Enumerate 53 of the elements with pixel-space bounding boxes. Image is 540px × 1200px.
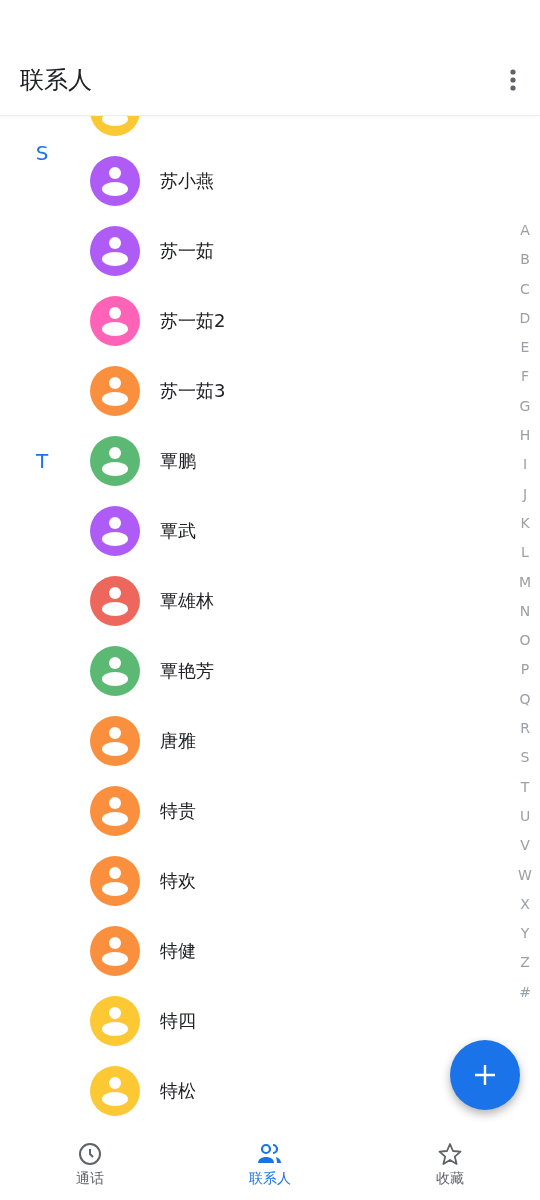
index-letter[interactable]: K <box>520 508 530 539</box>
contact-name[interactable]: 特松 <box>160 1079 196 1103</box>
page-title: 联系人 <box>20 65 92 96</box>
more-icon <box>510 69 516 91</box>
contact-name[interactable]: 特健 <box>160 939 196 963</box>
star-icon <box>438 1142 462 1166</box>
index-letter[interactable]: M <box>518 567 532 597</box>
index-letter[interactable]: R <box>520 714 530 744</box>
section-letter: T <box>34 449 50 473</box>
index-letter[interactable]: N <box>519 596 531 627</box>
contact-name[interactable]: 苏一茹2 <box>160 309 226 333</box>
index-letter[interactable]: A <box>520 216 530 246</box>
contact-name[interactable]: 苏小燕 <box>160 169 214 193</box>
index-letter[interactable]: Z <box>520 948 530 978</box>
section-letter: S <box>34 141 50 165</box>
contact-name[interactable]: 覃艳芳 <box>160 659 214 683</box>
contact-name[interactable]: 唐雅 <box>160 729 196 753</box>
contact-name[interactable]: 覃雄林 <box>160 589 214 613</box>
index-letter[interactable]: D <box>519 303 531 334</box>
index-letter[interactable]: Y <box>520 919 530 949</box>
contact-name[interactable]: 特贵 <box>160 799 196 823</box>
contact-name[interactable]: 特四 <box>160 1009 196 1033</box>
add-contact-button[interactable] <box>450 1040 520 1110</box>
index-letter[interactable]: C <box>520 274 530 304</box>
people-icon <box>257 1142 283 1166</box>
index-letter[interactable]: V <box>520 831 530 861</box>
index-letter[interactable]: F <box>520 362 530 392</box>
contact-name[interactable]: 覃武 <box>160 519 196 543</box>
index-letter[interactable]: T <box>520 772 530 802</box>
index-letter[interactable]: L <box>521 538 529 568</box>
index-letter[interactable]: S <box>520 743 530 773</box>
contact-name[interactable]: 覃鹏 <box>160 449 196 473</box>
nav-tab[interactable]: 收藏 <box>360 1130 540 1200</box>
index-letter[interactable]: E <box>520 333 530 363</box>
index-letter[interactable]: G <box>519 391 531 422</box>
index-letter[interactable]: U <box>519 801 531 832</box>
index-letter[interactable]: X <box>520 889 530 920</box>
contact-name[interactable]: 苏一茹3 <box>160 379 226 403</box>
index-letter[interactable]: I <box>522 450 528 480</box>
nav-tab[interactable]: 联系人 <box>180 1130 360 1200</box>
index-letter[interactable]: Q <box>519 684 531 715</box>
contact-name[interactable]: 特欢 <box>160 869 196 893</box>
clock-icon <box>78 1142 102 1166</box>
index-letter[interactable]: J <box>522 479 528 509</box>
nav-tab[interactable]: 通话 <box>0 1130 180 1200</box>
index-letter[interactable]: B <box>520 245 530 275</box>
index-letter[interactable]: # <box>519 977 531 1007</box>
index-letter[interactable]: W <box>518 860 532 890</box>
plus-icon <box>474 1064 496 1086</box>
index-letter[interactable]: P <box>520 655 530 685</box>
contact-name[interactable]: 苏一茹 <box>160 239 214 263</box>
index-letter[interactable]: H <box>519 421 531 451</box>
index-letter[interactable]: O <box>519 626 531 656</box>
